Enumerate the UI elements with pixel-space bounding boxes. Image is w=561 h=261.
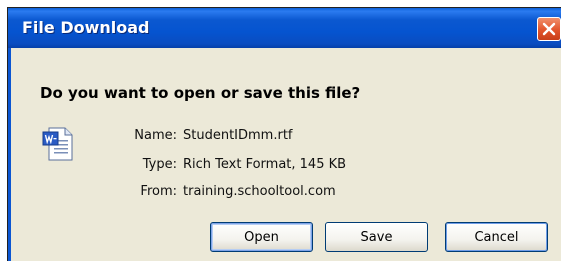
cancel-button[interactable]: Cancel xyxy=(445,222,548,252)
type-label: Type: xyxy=(142,157,177,172)
dialog-body: Do you want to open or save this file? N… xyxy=(8,48,561,261)
file-source-value: training.schooltool.com xyxy=(183,184,336,199)
file-download-dialog: File Download Do you want to open or sav… xyxy=(8,8,561,261)
from-label: From: xyxy=(140,184,177,199)
file-name-value: StudentIDmm.rtf xyxy=(183,128,293,143)
file-type-value: Rich Text Format, 145 KB xyxy=(183,157,347,172)
save-button[interactable]: Save xyxy=(325,222,428,252)
dialog-title: File Download xyxy=(22,18,150,37)
title-bar[interactable]: File Download xyxy=(8,8,561,48)
name-label: Name: xyxy=(134,128,177,143)
word-document-icon xyxy=(42,127,73,161)
window-frame: File Download Do you want to open or sav… xyxy=(7,7,561,261)
dialog-question: Do you want to open or save this file? xyxy=(40,84,361,102)
open-button[interactable]: Open xyxy=(210,222,313,252)
close-icon xyxy=(542,22,556,36)
close-button[interactable] xyxy=(537,17,561,41)
